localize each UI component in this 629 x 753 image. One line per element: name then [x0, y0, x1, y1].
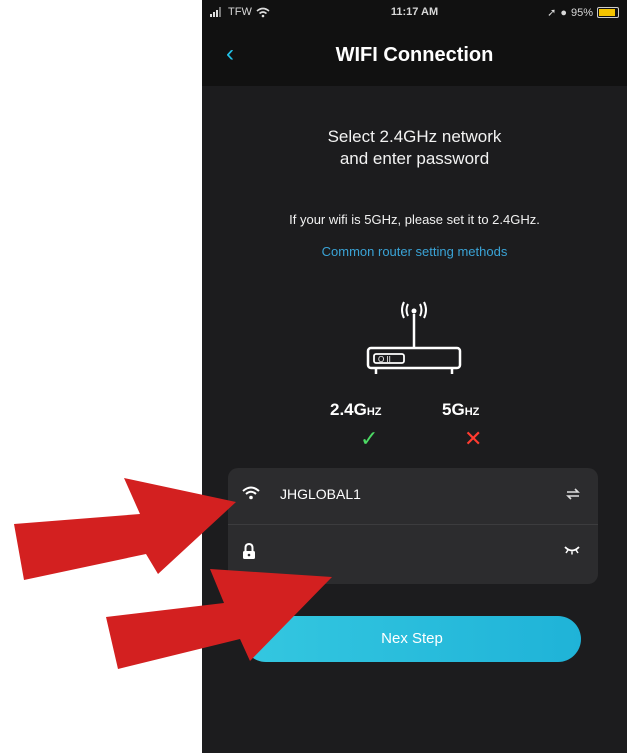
band-2-4ghz-label: 2.4GHZ [330, 400, 382, 420]
hide-password-eye-icon[interactable] [564, 545, 580, 555]
heading-line-2: and enter password [339, 149, 490, 168]
ssid-value[interactable]: JHGLOBAL1 [280, 486, 361, 502]
band-note: If your wifi is 5GHz, please set it to 2… [289, 212, 540, 227]
page-title: WIFI Connection [335, 44, 494, 66]
location-icon: ➚ [547, 7, 557, 19]
instruction-heading: Select 2.4GHz network and enter password [202, 126, 627, 170]
band-5ghz-unit: HZ [464, 406, 480, 418]
red-arrow-icon [106, 569, 332, 669]
ssid-row[interactable]: JHGLOBAL1 [228, 468, 598, 525]
band-2-4ghz-value: 2.4G [330, 400, 367, 419]
cross-icon: ✕ [464, 426, 483, 451]
switch-network-icon[interactable] [566, 488, 580, 500]
nav-bar: ‹ WIFI Connection [202, 26, 627, 86]
router-icon: O II [366, 301, 462, 374]
checkmark-icon: ✓ [360, 426, 379, 451]
status-right: ➚ ● 95% [547, 6, 619, 19]
band-5ghz-label: 5GHZ [442, 400, 479, 420]
svg-text:O II: O II [378, 355, 391, 364]
router-settings-link[interactable]: Common router setting methods [202, 244, 627, 259]
alarm-icon: ● [560, 6, 567, 19]
heading-line-1: Select 2.4GHz network [327, 127, 502, 146]
band-5ghz-value: 5G [442, 400, 465, 419]
status-bar: TFW 11:17 AM ➚ ● 95% [202, 0, 627, 26]
battery-percent: 95% [570, 6, 593, 19]
battery-icon [597, 7, 619, 18]
band-2-4ghz-unit: HZ [366, 406, 382, 418]
